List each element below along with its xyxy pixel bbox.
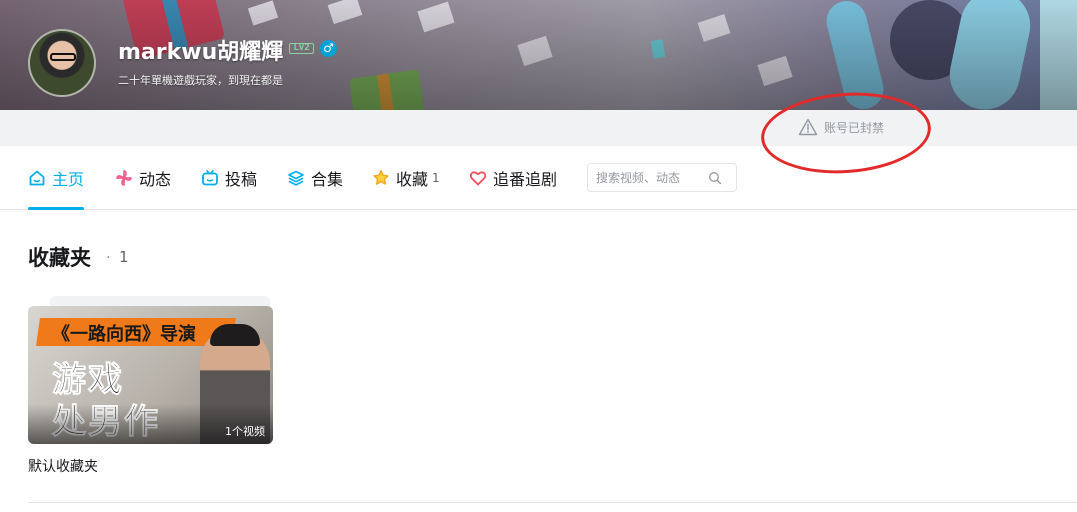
- cover-text: 《一路向西》导演: [52, 324, 196, 345]
- favorites-count: 1: [432, 171, 440, 185]
- section-title: 收藏夹: [28, 246, 91, 270]
- gender-male-icon: ♂: [320, 40, 337, 57]
- section-count: 1: [119, 248, 129, 266]
- heart-icon: [469, 171, 487, 186]
- tab-label: 追番追剧: [493, 170, 558, 189]
- avatar[interactable]: [28, 29, 96, 97]
- pinwheel-icon: [116, 170, 132, 186]
- user-signature: 二十年單機遊戲玩家，到現在都是: [118, 74, 283, 87]
- tab-label: 投稿: [225, 170, 258, 189]
- profile-search-box[interactable]: [587, 163, 737, 192]
- star-icon: [373, 170, 389, 185]
- tab-dynamics[interactable]: 动态: [115, 166, 171, 190]
- tab-label: 动态: [139, 170, 172, 189]
- tab-label: 收藏: [396, 170, 429, 189]
- tab-favorites[interactable]: 收藏 1: [372, 166, 440, 190]
- layers-icon: [288, 170, 304, 186]
- video-count: 1个视频: [225, 425, 265, 438]
- folder-cover[interactable]: 《一路向西》导演 游戏 处男作 1个视频: [28, 306, 273, 444]
- tab-home[interactable]: 主页: [28, 166, 84, 190]
- profile-nav: 主页 动态 投稿 合集 收藏 1 追番追剧: [0, 146, 1077, 210]
- search-input[interactable]: [596, 170, 708, 185]
- level-badge: LV2: [289, 43, 314, 54]
- tab-label: 合集: [311, 170, 344, 189]
- folder-title[interactable]: 默认收藏夹: [28, 456, 98, 476]
- search-icon[interactable]: [708, 171, 722, 185]
- tab-uploads[interactable]: 投稿: [201, 166, 257, 190]
- section-separator: ·: [106, 250, 111, 266]
- divider: [28, 502, 1077, 503]
- active-tab-indicator: [28, 207, 84, 210]
- tv-icon: [202, 169, 218, 186]
- tab-follow-series[interactable]: 追番追剧: [469, 166, 557, 190]
- tab-label: 主页: [52, 170, 85, 189]
- tab-collections[interactable]: 合集: [287, 166, 343, 190]
- username: markwu胡耀輝: [118, 40, 284, 65]
- home-icon: [29, 170, 45, 186]
